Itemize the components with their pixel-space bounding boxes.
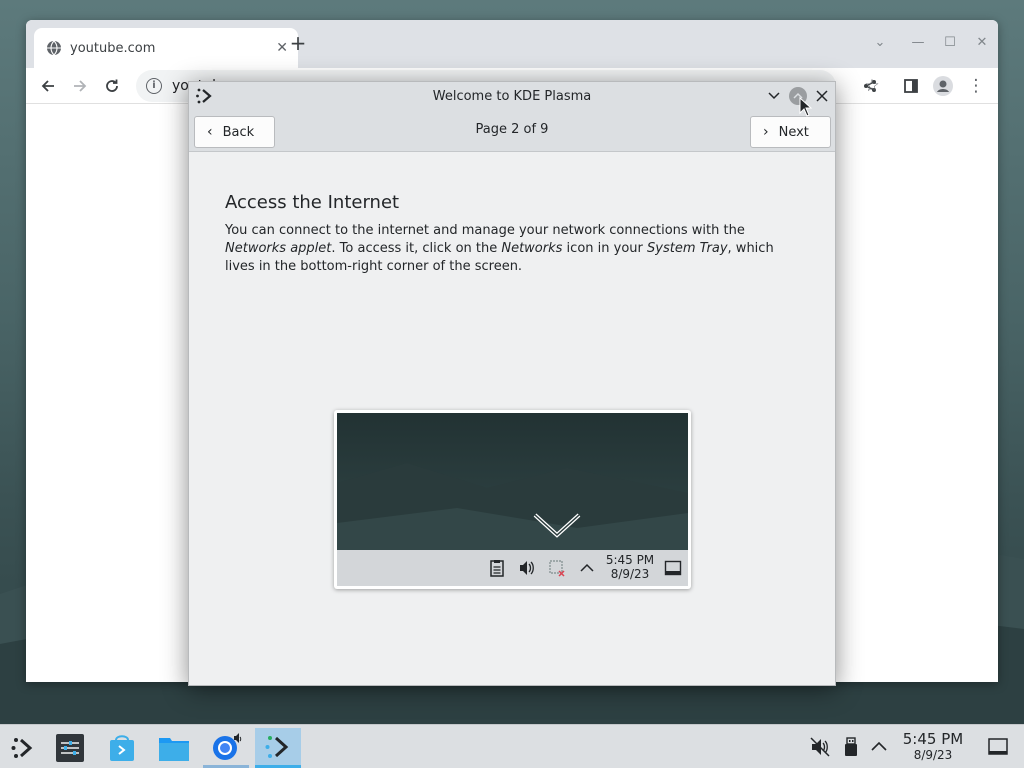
menu-kebab-icon[interactable]: ⋮ [962, 72, 990, 100]
next-button[interactable]: › Next [750, 116, 831, 148]
chevron-up-icon [580, 563, 594, 572]
kde-launcher-icon [11, 738, 33, 758]
system-tray-illustration: 5:45 PM 8/9/23 [334, 410, 691, 589]
illustration-mountains [337, 463, 688, 550]
illustration-desktop [337, 413, 688, 550]
tab-strip: youtube.com ✕ + ⌄ — ☐ ✕ [26, 20, 998, 68]
volume-muted-icon[interactable] [809, 736, 831, 758]
close-button[interactable]: ✕ [970, 32, 994, 56]
task-discover[interactable] [99, 728, 145, 768]
side-panel-icon[interactable] [897, 72, 925, 100]
forward-button[interactable] [66, 72, 94, 100]
arrow-right-icon [74, 80, 87, 92]
system-settings-icon [56, 734, 84, 762]
chevron-up-icon[interactable] [868, 736, 890, 758]
task-dolphin[interactable] [151, 728, 197, 768]
minimize-icon[interactable] [765, 87, 783, 105]
page-heading: Access the Internet [225, 192, 400, 213]
next-label: Next [778, 124, 809, 140]
discover-icon [110, 735, 134, 761]
tab-search-icon[interactable]: ⌄ [868, 32, 892, 56]
new-tab-button[interactable]: + [286, 32, 310, 56]
page-content: Access the Internet You can connect to t… [225, 192, 790, 276]
back-button[interactable] [34, 72, 62, 100]
network-disconnected-icon [549, 560, 565, 577]
task-welcome-center[interactable] [255, 728, 301, 768]
dialog-titlebar[interactable]: Welcome to KDE Plasma [189, 82, 835, 110]
globe-icon [47, 40, 61, 56]
reload-icon [106, 79, 118, 92]
dolphin-icon [159, 738, 189, 761]
arrow-left-icon [41, 80, 54, 92]
page-indicator: Page 2 of 9 [475, 122, 549, 137]
profile-avatar-icon[interactable] [929, 72, 957, 100]
bookmark-star-icon[interactable]: ☆ [858, 72, 886, 100]
chrome-icon [213, 732, 242, 760]
volume-icon [520, 561, 534, 575]
clipboard-icon [490, 560, 504, 577]
tab-title: youtube.com [70, 40, 156, 56]
kde-welcome-icon [196, 88, 212, 104]
taskbar-panel: 5:45 PM 8/9/23 [0, 724, 1024, 768]
dialog-header: ‹ Back Page 2 of 9 › Next [189, 110, 835, 152]
task-chrome[interactable] [203, 728, 249, 768]
tab-youtube[interactable]: youtube.com ✕ [34, 28, 298, 68]
minimize-button[interactable]: — [906, 32, 930, 56]
clock-date: 8/9/23 [913, 748, 953, 762]
page-description: You can connect to the internet and mana… [225, 223, 774, 274]
reload-button[interactable] [98, 72, 126, 100]
illustration-panel: 5:45 PM 8/9/23 [337, 550, 688, 586]
usb-device-icon[interactable] [840, 736, 862, 758]
task-system-settings[interactable] [47, 728, 93, 768]
panel-clock[interactable]: 5:45 PM 8/9/23 [900, 730, 966, 763]
show-desktop-icon[interactable] [987, 736, 1009, 758]
mouse-cursor-icon [799, 97, 813, 117]
dialog-title: Welcome to KDE Plasma [432, 88, 592, 104]
welcome-center-icon [265, 735, 289, 758]
maximize-button[interactable]: ☐ [938, 32, 962, 56]
site-info-icon[interactable]: i [146, 78, 162, 94]
clock-time: 5:45 PM [902, 730, 964, 748]
close-icon[interactable] [813, 87, 831, 105]
illustration-clock: 5:45 PM 8/9/23 [605, 553, 655, 581]
welcome-dialog: Welcome to KDE Plasma ‹ Back Page 2 of 9… [188, 81, 836, 686]
chevron-right-icon: › [763, 124, 769, 140]
show-desktop-icon [664, 560, 682, 576]
app-launcher-button[interactable] [0, 728, 46, 768]
